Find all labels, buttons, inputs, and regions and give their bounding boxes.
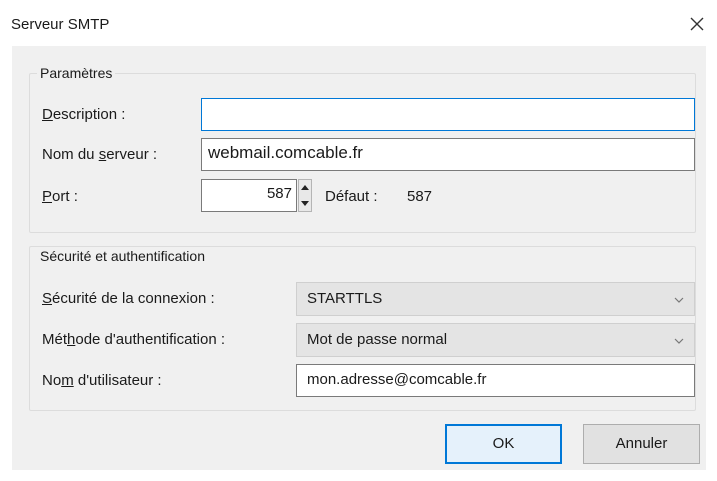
port-spinner bbox=[298, 179, 312, 212]
connection-security-select[interactable]: STARTTLS bbox=[296, 282, 695, 316]
cancel-button[interactable]: Annuler bbox=[583, 424, 700, 464]
port-decrement-button[interactable] bbox=[299, 196, 311, 211]
description-input[interactable] bbox=[201, 98, 695, 131]
port-increment-button[interactable] bbox=[299, 180, 311, 195]
port-default-value: 587 bbox=[407, 188, 433, 205]
dialog-title: Serveur SMTP bbox=[11, 16, 110, 33]
port-default-label: Défaut : bbox=[325, 188, 378, 205]
parametres-legend: Paramètres bbox=[37, 65, 116, 81]
connection-security-label: Sécurité de la connexion : bbox=[42, 290, 215, 307]
chevron-down-icon bbox=[674, 338, 684, 344]
caret-down-icon bbox=[301, 201, 309, 206]
auth-method-value: Mot de passe normal bbox=[307, 331, 448, 348]
connection-security-value: STARTTLS bbox=[307, 290, 383, 307]
title-bar: Serveur SMTP bbox=[0, 0, 717, 46]
auth-method-select[interactable]: Mot de passe normal bbox=[296, 323, 695, 357]
server-name-input[interactable]: webmail.comcable.fr bbox=[201, 138, 695, 171]
dialog-body: Paramètres Description : Nom du serveur … bbox=[12, 46, 706, 470]
description-label: Description : bbox=[42, 106, 126, 123]
smtp-server-dialog: Serveur SMTP Paramètres Description : No… bbox=[0, 0, 717, 481]
ok-button[interactable]: OK bbox=[445, 424, 562, 464]
caret-up-icon bbox=[301, 185, 309, 190]
auth-method-label: Méthode d'authentification : bbox=[42, 331, 226, 348]
close-icon bbox=[690, 17, 704, 31]
username-label: Nom d'utilisateur : bbox=[42, 372, 162, 389]
security-legend: Sécurité et authentification bbox=[37, 248, 208, 264]
port-label: Port : bbox=[42, 188, 78, 205]
chevron-down-icon bbox=[674, 297, 684, 303]
username-input[interactable]: mon.adresse@comcable.fr bbox=[296, 364, 695, 397]
port-input[interactable]: 587 bbox=[201, 179, 297, 212]
server-name-label: Nom du serveur : bbox=[42, 146, 158, 163]
close-button[interactable] bbox=[686, 13, 708, 35]
